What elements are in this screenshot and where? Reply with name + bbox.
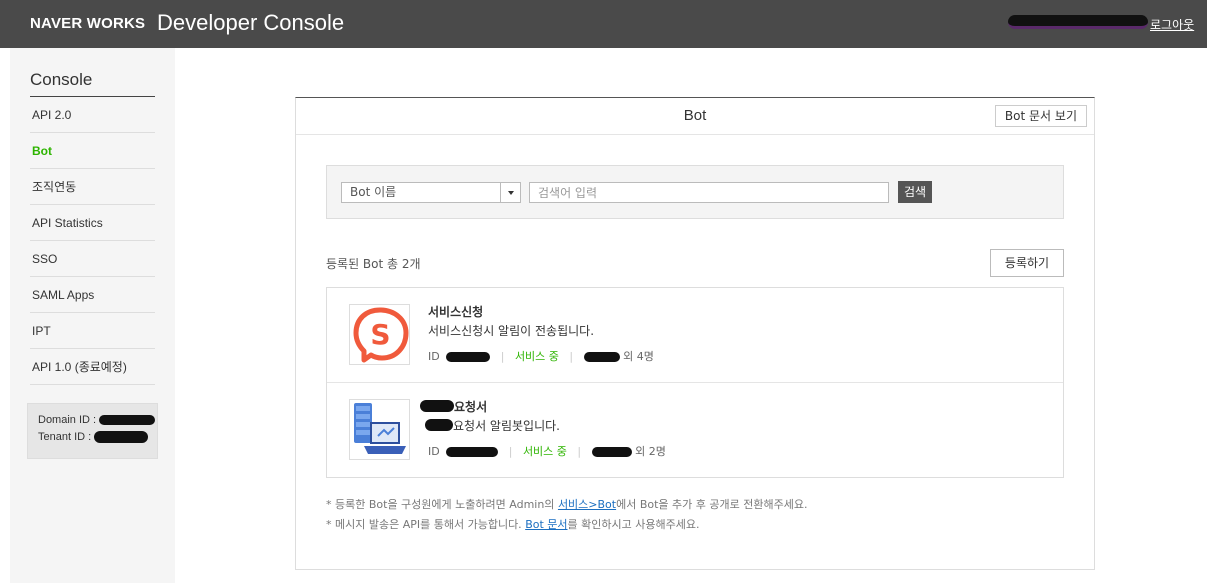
status-badge: 서비스 중 (514, 350, 559, 363)
tenant-id-row: Tenant ID : (38, 431, 157, 448)
bot-avatar: S (349, 304, 410, 365)
sidebar-item-api-1[interactable]: API 1.0 (종료예정) (30, 349, 155, 385)
logout-link[interactable]: 로그아웃 (1150, 16, 1194, 33)
sidebar-item-api-statistics[interactable]: API Statistics (30, 205, 155, 241)
note-text: 를 확인하시고 사용해주세요. (567, 518, 700, 531)
note-text: * 메시지 발송은 API를 통해서 가능합니다. (326, 518, 526, 531)
sidebar-item-bot[interactable]: Bot (30, 133, 155, 169)
bot-id-redacted (446, 447, 499, 457)
sidebar-item-org-sync[interactable]: 조직연동 (30, 169, 155, 205)
chevron-down-icon[interactable] (500, 183, 520, 202)
bot-description: 요청서 알림봇입니다. (453, 419, 560, 433)
admin-bot-link[interactable]: 서비스>Bot (558, 498, 616, 511)
manager-redacted (591, 447, 632, 457)
bot-name[interactable]: 서비스신청 (428, 303, 483, 320)
note-line-2: * 메시지 발송은 API를 통해서 가능합니다. Bot 문서를 확인하시고 … (326, 515, 807, 535)
bot-id-label: ID (428, 445, 440, 458)
search-type-select[interactable]: Bot 이름 (341, 182, 521, 203)
s-logo-icon: S (353, 307, 409, 363)
separator: | (569, 350, 574, 363)
tenant-id-label: Tenant ID : (38, 431, 92, 443)
search-type-value: Bot 이름 (350, 185, 397, 199)
separator: | (508, 445, 513, 458)
bot-doc-button[interactable]: Bot 문서 보기 (994, 105, 1087, 127)
page-title: Bot (683, 107, 707, 124)
sidebar-item-api-2[interactable]: API 2.0 (30, 97, 155, 133)
manager-redacted (583, 352, 620, 362)
tenant-id-redacted (94, 431, 149, 444)
sidebar-item-sso[interactable]: SSO (30, 241, 155, 277)
user-name-redacted (1008, 15, 1148, 29)
bot-description: 서비스신청시 알림이 전송됩니다. (428, 324, 595, 338)
domain-id-row: Domain ID : (38, 414, 157, 431)
bot-meta: ID | 서비스 중 | 외 4명 (428, 348, 654, 364)
domain-info-box: Domain ID : Tenant ID : (27, 403, 158, 459)
sidebar-nav: API 2.0 Bot 조직연동 API Statistics SSO SAML… (30, 97, 155, 385)
top-header: NAVER WORKS Developer Console 로그아웃 (0, 0, 1207, 48)
sidebar-item-saml-apps[interactable]: SAML Apps (30, 277, 155, 313)
svg-text:S: S (370, 318, 390, 351)
bot-panel: Bot Bot 문서 보기 Bot 이름 검색 등록된 Bot 총 2개 등록하… (295, 97, 1095, 570)
bot-list: S 서비스신청 서비스신청시 알림이 전송됩니다. ID | 서비스 중 | 외… (326, 287, 1064, 478)
bot-avatar (349, 399, 410, 460)
domain-id-redacted (99, 415, 156, 426)
bot-name-redacted (420, 400, 454, 412)
server-laptop-icon (354, 403, 406, 454)
separator: | (500, 350, 505, 363)
managers-suffix: 외 4명 (623, 350, 654, 363)
bot-name[interactable]: 요청서 (454, 398, 487, 415)
help-notes: * 등록한 Bot을 구성원에게 노출하려면 Admin의 서비스>Bot에서 … (326, 495, 807, 535)
sidebar-item-ipt[interactable]: IPT (30, 313, 155, 349)
register-button[interactable]: 등록하기 (990, 249, 1064, 277)
status-badge: 서비스 중 (522, 445, 567, 458)
search-button[interactable]: 검색 (898, 181, 932, 203)
bot-meta: ID | 서비스 중 | 외 2명 (428, 443, 666, 459)
note-text: 에서 Bot을 추가 후 공개로 전환해주세요. (616, 498, 808, 511)
bot-doc-link[interactable]: Bot 문서 (525, 518, 567, 531)
search-input[interactable] (529, 182, 889, 203)
list-item[interactable]: S 서비스신청 서비스신청시 알림이 전송됩니다. ID | 서비스 중 | 외… (327, 288, 1063, 383)
note-line-1: * 등록한 Bot을 구성원에게 노출하려면 Admin의 서비스>Bot에서 … (326, 495, 807, 515)
sidebar: Console API 2.0 Bot 조직연동 API Statistics … (10, 48, 175, 583)
search-bar: Bot 이름 검색 (326, 165, 1064, 219)
bot-id-redacted (446, 352, 491, 362)
bot-count: 등록된 Bot 총 2개 (326, 257, 421, 271)
list-item[interactable]: 요청서 요청서 알림봇입니다. ID | 서비스 중 | 외 2명 (327, 383, 1063, 478)
bot-id-label: ID (428, 350, 440, 363)
panel-header: Bot Bot 문서 보기 (296, 98, 1094, 135)
sidebar-title: Console (30, 70, 93, 89)
separator: | (577, 445, 582, 458)
note-text: * 등록한 Bot을 구성원에게 노출하려면 Admin의 (326, 498, 558, 511)
domain-id-label: Domain ID : (38, 414, 97, 426)
brand-logo[interactable]: NAVER WORKS (30, 15, 145, 32)
managers-suffix: 외 2명 (635, 445, 666, 458)
bot-desc-redacted (425, 419, 453, 431)
left-gutter (0, 48, 10, 583)
product-title: Developer Console (157, 10, 345, 35)
